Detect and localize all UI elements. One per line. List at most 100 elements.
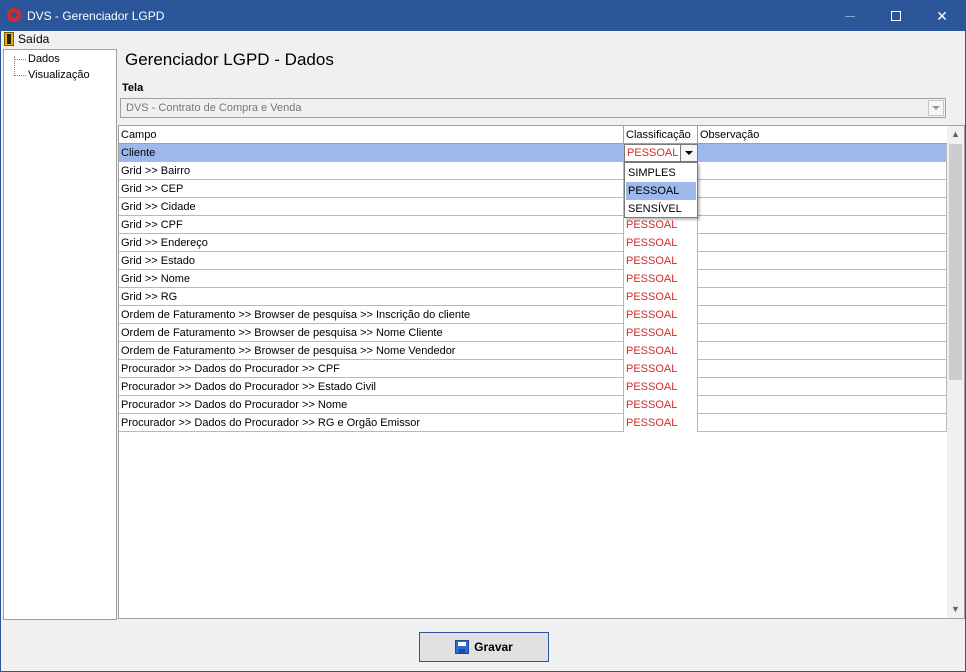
cell-campo[interactable]: Procurador >> Dados do Procurador >> RG … xyxy=(119,414,624,432)
scroll-up-icon[interactable]: ▲ xyxy=(951,129,960,139)
cell-observacao[interactable] xyxy=(698,162,947,180)
window-title: DVS - Gerenciador LGPD xyxy=(27,9,165,23)
table-row[interactable]: Ordem de Faturamento >> Browser de pesqu… xyxy=(119,306,947,324)
cell-observacao[interactable] xyxy=(698,396,947,414)
table-row[interactable]: Grid >> RG PESSOAL xyxy=(119,288,947,306)
menu-exit[interactable]: Saída xyxy=(4,31,49,47)
cell-observacao[interactable] xyxy=(698,288,947,306)
cell-observacao[interactable] xyxy=(698,360,947,378)
table-row[interactable]: Grid >> Estado PESSOAL xyxy=(119,252,947,270)
tree-branch xyxy=(14,58,26,60)
chevron-down-icon xyxy=(932,106,940,110)
cell-campo[interactable]: Ordem de Faturamento >> Browser de pesqu… xyxy=(119,324,624,342)
cell-campo[interactable]: Grid >> CEP xyxy=(119,180,624,198)
table-row[interactable]: Grid >> Endereço PESSOAL xyxy=(119,234,947,252)
cell-observacao[interactable] xyxy=(698,378,947,396)
cell-campo[interactable]: Grid >> Bairro xyxy=(119,162,624,180)
classification-dropdown-button[interactable] xyxy=(680,145,697,161)
minimize-button[interactable] xyxy=(827,1,873,31)
dropdown-option-simples[interactable]: SIMPLES xyxy=(626,164,696,182)
table-row[interactable]: Grid >> CEPPESSOAL xyxy=(119,180,947,198)
chevron-down-icon xyxy=(685,151,693,155)
tree-item-dados[interactable]: Dados xyxy=(4,52,60,66)
table-row[interactable]: Procurador >> Dados do Procurador >> Nom… xyxy=(119,396,947,414)
cell-campo[interactable]: Grid >> RG xyxy=(119,288,624,306)
classification-dropdown: SIMPLES PESSOAL SENSÍVEL xyxy=(624,162,698,218)
close-button[interactable]: ✕ xyxy=(919,1,965,31)
cell-campo[interactable]: Cliente xyxy=(119,144,624,162)
save-button[interactable]: Gravar xyxy=(419,632,549,662)
cell-observacao[interactable] xyxy=(698,324,947,342)
table-row[interactable]: Procurador >> Dados do Procurador >> Est… xyxy=(119,378,947,396)
tree-item-label: Dados xyxy=(28,53,60,65)
table-row[interactable]: Procurador >> Dados do Procurador >> RG … xyxy=(119,414,947,432)
classification-editor-value: PESSOAL xyxy=(627,147,679,159)
minimize-icon xyxy=(845,15,855,17)
cell-campo[interactable]: Ordem de Faturamento >> Browser de pesqu… xyxy=(119,342,624,360)
maximize-icon xyxy=(891,11,901,21)
app-window: DVS - Gerenciador LGPD ✕ Saída Dados Vis… xyxy=(0,0,966,672)
close-icon: ✕ xyxy=(936,7,948,24)
cell-campo[interactable]: Grid >> Estado xyxy=(119,252,624,270)
table-row[interactable]: Procurador >> Dados do Procurador >> CPF… xyxy=(119,360,947,378)
cell-campo[interactable]: Procurador >> Dados do Procurador >> CPF xyxy=(119,360,624,378)
cell-classificacao[interactable]: PESSOAL xyxy=(624,324,698,342)
cell-classificacao[interactable]: PESSOAL xyxy=(624,306,698,324)
save-disk-icon xyxy=(455,640,470,654)
cell-campo[interactable]: Ordem de Faturamento >> Browser de pesqu… xyxy=(119,306,624,324)
cell-campo[interactable]: Grid >> Nome xyxy=(119,270,624,288)
grid-header: Campo Classificação Observação xyxy=(119,126,947,144)
cell-classificacao[interactable]: PESSOAL xyxy=(624,414,698,432)
column-header-campo[interactable]: Campo xyxy=(119,126,624,144)
dropdown-option-sensivel[interactable]: SENSÍVEL xyxy=(626,200,696,218)
cell-campo[interactable]: Procurador >> Dados do Procurador >> Nom… xyxy=(119,396,624,414)
cell-classificacao[interactable]: PESSOAL xyxy=(624,396,698,414)
cell-observacao[interactable] xyxy=(698,252,947,270)
cell-campo[interactable]: Grid >> Endereço xyxy=(119,234,624,252)
cell-observacao[interactable] xyxy=(698,270,947,288)
scroll-thumb[interactable] xyxy=(949,144,962,380)
table-row[interactable]: Grid >> BairroPESSOAL xyxy=(119,162,947,180)
tela-label: Tela xyxy=(122,82,144,94)
cell-observacao[interactable] xyxy=(698,414,947,432)
table-row[interactable]: Grid >> CidadePESSOAL xyxy=(119,198,947,216)
scroll-down-icon[interactable]: ▼ xyxy=(951,604,960,614)
page-title: Gerenciador LGPD - Dados xyxy=(125,50,334,69)
dropdown-option-pessoal[interactable]: PESSOAL xyxy=(626,182,696,200)
cell-classificacao[interactable]: PESSOAL xyxy=(624,252,698,270)
cell-classificacao[interactable]: PESSOAL xyxy=(624,378,698,396)
cell-classificacao[interactable]: PESSOAL xyxy=(624,342,698,360)
table-row[interactable]: Grid >> Nome PESSOAL xyxy=(119,270,947,288)
table-row[interactable]: Grid >> CPF PESSOAL xyxy=(119,216,947,234)
tela-select-value: DVS - Contrato de Compra e Venda xyxy=(126,102,302,114)
tela-select[interactable]: DVS - Contrato de Compra e Venda xyxy=(120,98,946,118)
tree-item-visualizacao[interactable]: Visualização xyxy=(4,68,90,82)
cell-campo[interactable]: Grid >> CPF xyxy=(119,216,624,234)
maximize-button[interactable] xyxy=(873,1,919,31)
cell-observacao[interactable] xyxy=(698,306,947,324)
cell-observacao[interactable] xyxy=(698,234,947,252)
classification-editor[interactable]: PESSOAL xyxy=(624,144,698,162)
cell-observacao[interactable] xyxy=(698,216,947,234)
table-row[interactable]: ClientePESSOAL xyxy=(119,144,947,162)
cell-observacao[interactable] xyxy=(698,180,947,198)
cell-classificacao[interactable]: PESSOAL xyxy=(624,216,698,234)
tela-select-button[interactable] xyxy=(928,100,944,116)
cell-observacao[interactable] xyxy=(698,342,947,360)
cell-campo[interactable]: Grid >> Cidade xyxy=(119,198,624,216)
cell-observacao[interactable] xyxy=(698,198,947,216)
cell-campo[interactable]: Procurador >> Dados do Procurador >> Est… xyxy=(119,378,624,396)
cell-observacao[interactable] xyxy=(698,144,947,162)
table-row[interactable]: Ordem de Faturamento >> Browser de pesqu… xyxy=(119,342,947,360)
column-header-classificacao[interactable]: Classificação xyxy=(624,126,698,144)
cell-classificacao[interactable]: PESSOAL xyxy=(624,234,698,252)
title-bar[interactable]: DVS - Gerenciador LGPD ✕ xyxy=(1,1,965,31)
grid-vertical-scrollbar[interactable]: ▲ ▼ xyxy=(947,126,964,618)
cell-classificacao[interactable]: PESSOAL xyxy=(624,270,698,288)
table-row[interactable]: Ordem de Faturamento >> Browser de pesqu… xyxy=(119,324,947,342)
tree-item-label: Visualização xyxy=(28,69,90,81)
column-header-observacao[interactable]: Observação xyxy=(698,126,947,144)
cell-classificacao[interactable]: PESSOAL xyxy=(624,288,698,306)
save-button-label: Gravar xyxy=(474,640,513,654)
cell-classificacao[interactable]: PESSOAL xyxy=(624,360,698,378)
